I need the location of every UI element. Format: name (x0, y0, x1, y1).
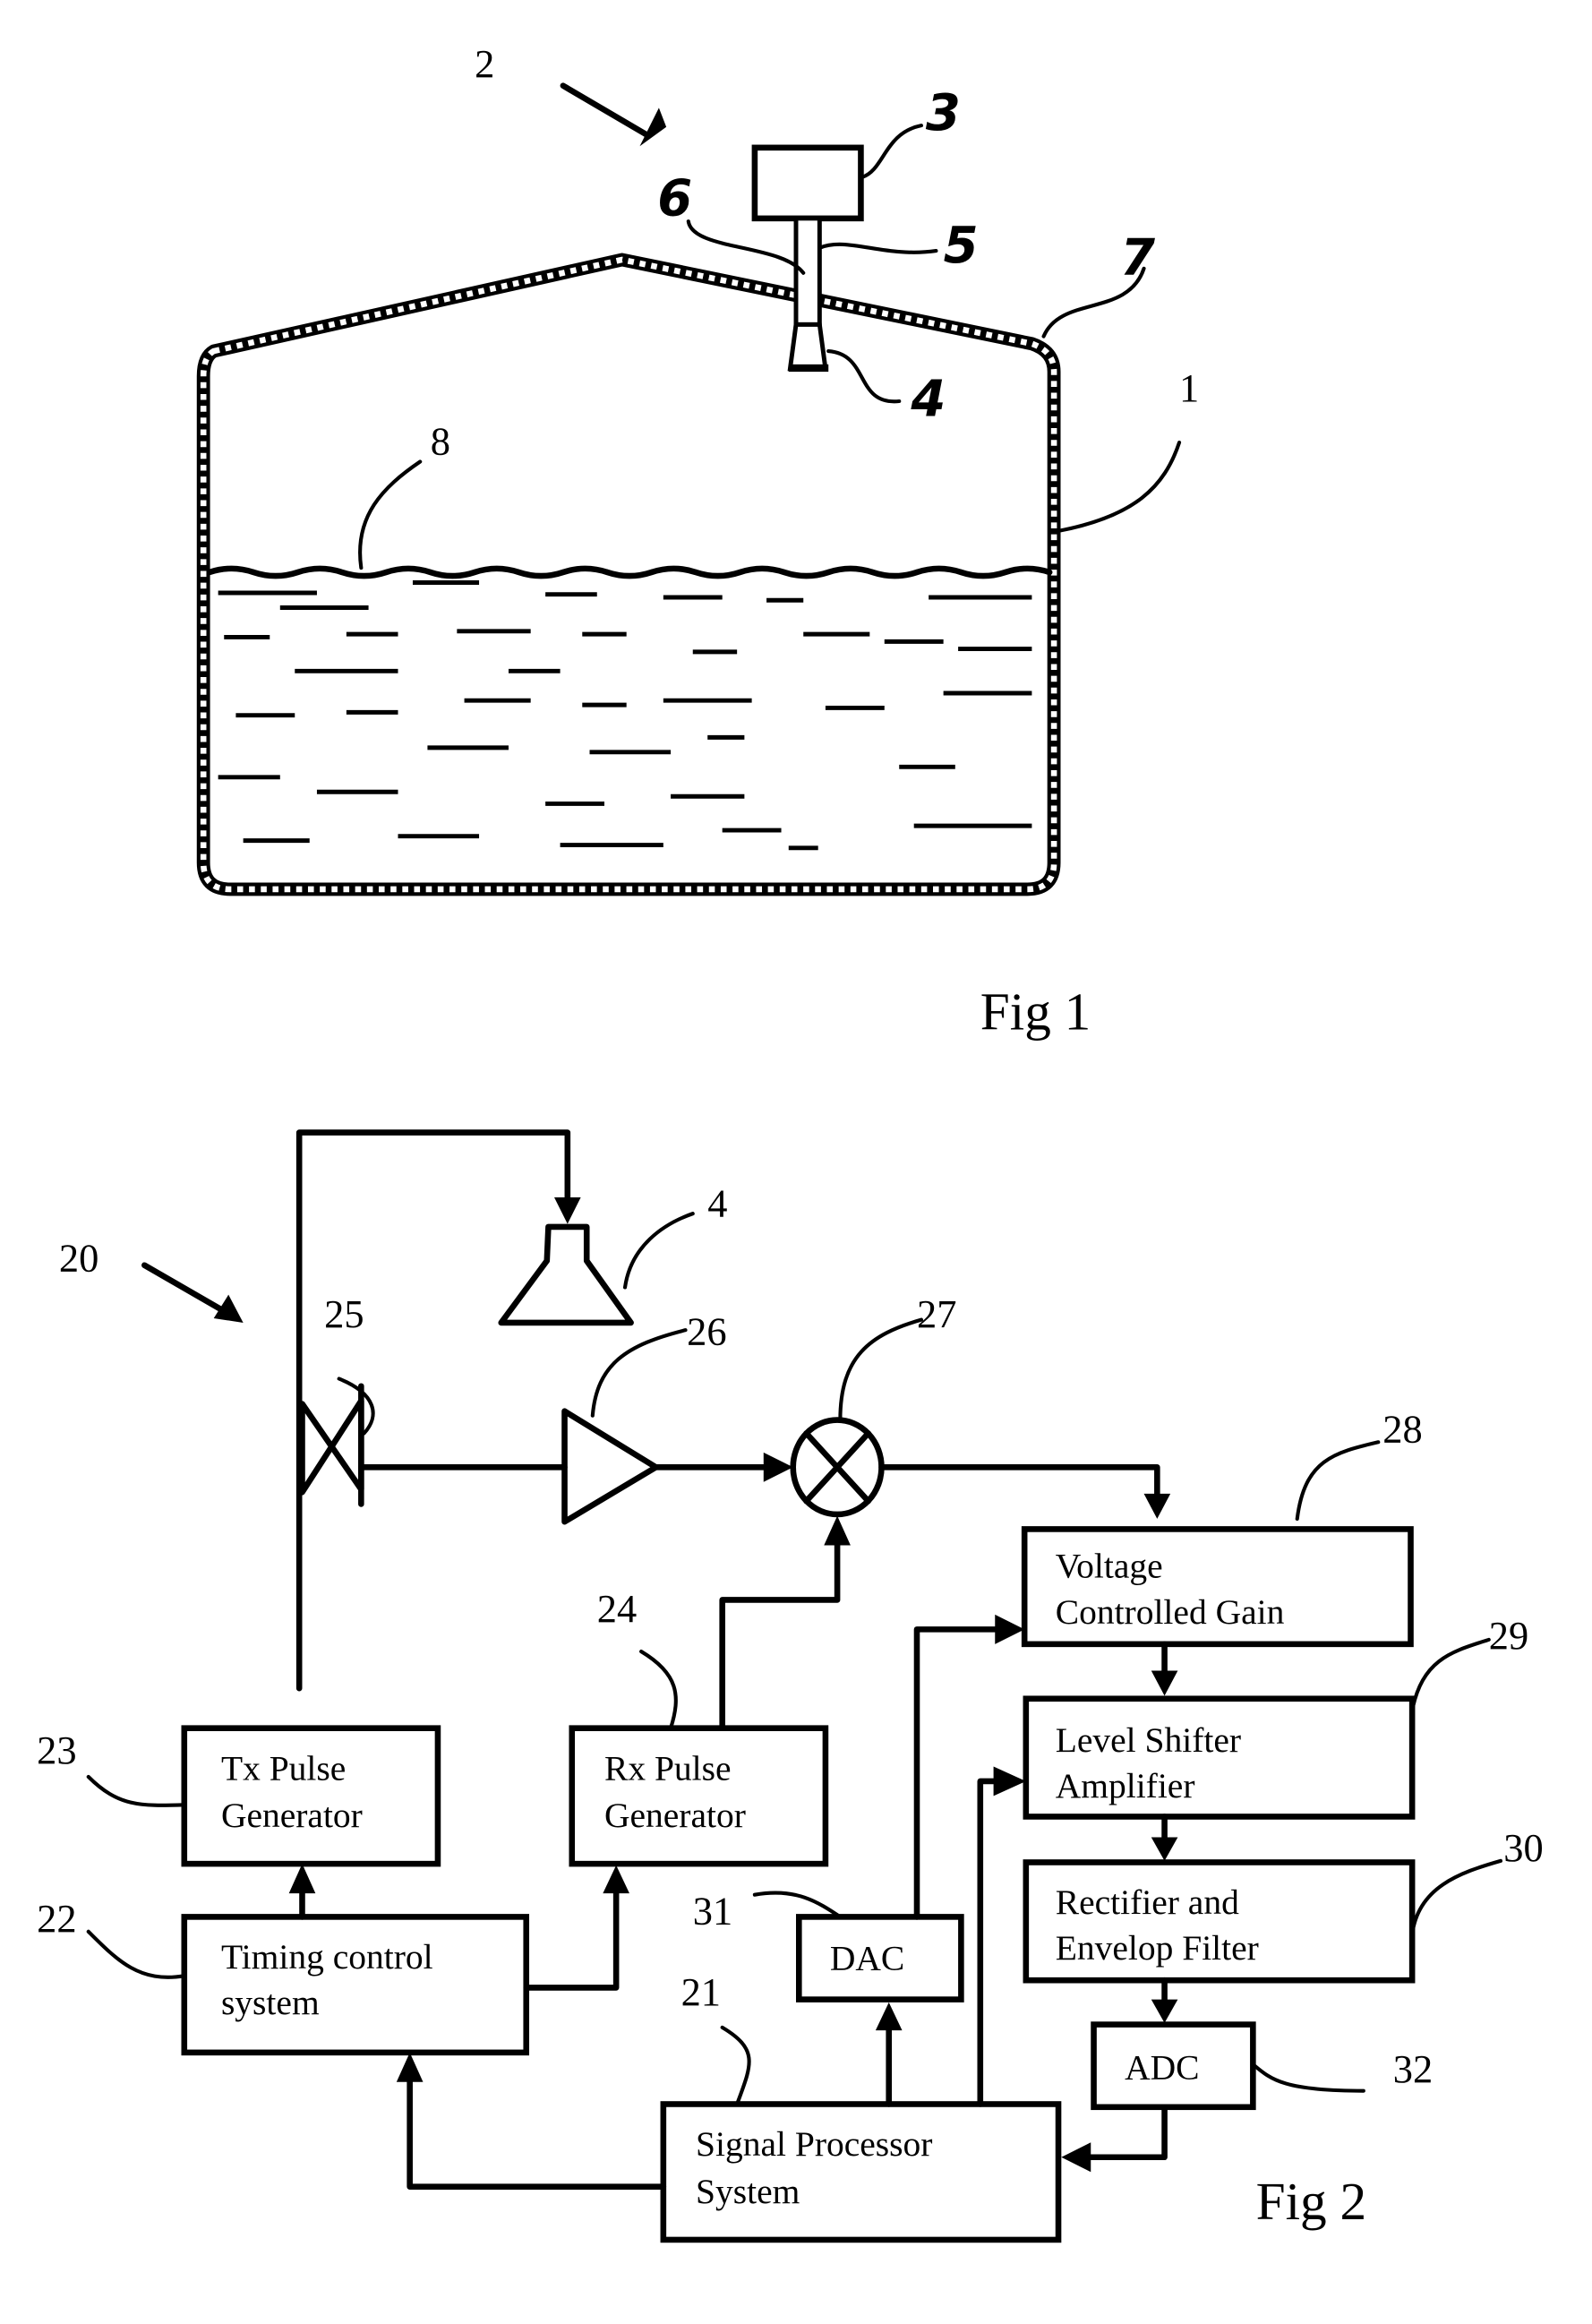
leader-4b (622, 1212, 695, 1290)
mixer-to-vcg-wire (878, 1463, 1160, 1500)
timing-input-arrowhead (396, 2052, 424, 2082)
leader-23 (86, 1774, 186, 1807)
leader-4 (826, 348, 902, 404)
coupler-symbol (299, 1397, 364, 1496)
fig2-ref-dac: 31 (693, 1889, 732, 1934)
waveguide (793, 216, 822, 327)
vcg-label-1: Voltage (1056, 1547, 1163, 1586)
fig2-system-arrow-shaft (141, 1262, 225, 1313)
fig2-ref-rx-pulse-generator: 24 (597, 1586, 637, 1631)
sps-to-timing-wire (407, 2076, 667, 2190)
sps-input-arrowhead (1061, 2142, 1091, 2173)
tx-pulse-generator-label-2: Generator (221, 1796, 363, 1835)
leader-5 (817, 242, 938, 254)
fig2-ref-level-shifter: 29 (1489, 1613, 1528, 1658)
fig2-caption: Fig 2 (1256, 2172, 1366, 2231)
leader-6 (686, 219, 806, 275)
timing-to-rx-wire (523, 1887, 620, 1991)
liquid-surface (206, 565, 1053, 579)
fig1-ref-tank: 1 (1179, 365, 1199, 410)
ls-input-arrowhead (1151, 1670, 1178, 1696)
leader-1 (1056, 441, 1182, 533)
rect-input-arrowhead (1151, 1837, 1178, 1861)
leader-24 (639, 1650, 678, 1730)
leader-28 (1295, 1440, 1381, 1521)
sps-to-ls-wire (977, 1778, 1000, 2107)
fig2-ref-amplifier: 26 (687, 1309, 726, 1354)
fig2-ref-mixer: 27 (917, 1291, 956, 1336)
level-shifter-label-2: Amplifier (1056, 1766, 1195, 1805)
fig1-caption: Fig 1 (980, 982, 1091, 1041)
signal-processor-label-1: Signal Processor (696, 2124, 932, 2164)
adc-label: ADC (1125, 2047, 1199, 2087)
fig1-ref-waveguide: 5 (944, 217, 979, 275)
fig2-ref-signal-processor: 21 (681, 1969, 721, 2014)
fig2-ref-system: 20 (59, 1235, 98, 1280)
antenna-horn (787, 322, 828, 372)
fig1-ref-electronics-unit: 3 (926, 84, 961, 142)
tx-pulse-generator-label-1: Tx Pulse (221, 1748, 346, 1788)
fig1-ref-roof: 7 (1120, 228, 1155, 287)
dac-label: DAC (830, 1939, 904, 1978)
fig2: 20 4 25 26 27 Voltage Controlled Gain 28… (37, 1129, 1544, 2243)
fig2-ref-vcg: 28 (1382, 1406, 1422, 1451)
level-shifter-label-1: Level Shifter (1056, 1720, 1241, 1760)
fig2-ref-adc: 32 (1393, 2046, 1433, 2091)
fig2-ref-timing-control: 22 (37, 1896, 76, 1941)
leader-21 (720, 2025, 751, 2106)
signal-processor-label-2: System (696, 2172, 800, 2211)
vcg-input-arrowhead (1143, 1493, 1171, 1519)
leader-27 (838, 1317, 923, 1422)
dac-input-arrowhead (875, 2002, 903, 2031)
amplifier-symbol (561, 1408, 659, 1525)
leader-3 (860, 124, 923, 179)
rx-pulse-generator-label-1: Rx Pulse (604, 1748, 732, 1788)
liquid-hatching (218, 580, 1032, 851)
mixer-lo-arrowhead (824, 1515, 851, 1546)
antenna-base (788, 364, 829, 373)
fig1-ref-system: 2 (475, 41, 494, 86)
leader-26 (590, 1328, 688, 1418)
fig1-system-arrow-shaft (560, 82, 652, 139)
mixer-input-arrowhead (763, 1452, 793, 1482)
antenna-horn-symbol (498, 1223, 634, 1326)
adc-input-arrowhead (1151, 1999, 1178, 2023)
leader-22 (86, 1929, 186, 1979)
leader-32 (1251, 2062, 1365, 2093)
adc-to-sps-wire (1087, 2104, 1168, 2161)
ls-control-arrowhead (993, 1766, 1026, 1797)
fig2-ref-rectifier: 30 (1503, 1825, 1543, 1870)
electronics-unit-box (751, 144, 864, 222)
fig1-ref-surface: 8 (431, 418, 450, 463)
fig2-ref-antenna: 4 (707, 1180, 727, 1225)
leader-31 (752, 1891, 843, 1919)
vcg-control-arrowhead (995, 1614, 1025, 1644)
rx-pulse-generator-label-2: Generator (604, 1796, 746, 1835)
leader-30 (1410, 1858, 1502, 1937)
rx-to-mixer-wire (719, 1538, 841, 1728)
tx-input-arrowhead (288, 1864, 316, 1894)
antenna-arrowhead (554, 1197, 581, 1224)
fig2-ref-coupler: 25 (324, 1291, 364, 1336)
tx-to-antenna-wire (295, 1129, 571, 1692)
fig1-ref-seal: 6 (657, 170, 692, 228)
fig1-system-arrowhead (639, 107, 667, 147)
leader-8 (358, 459, 423, 570)
patent-drawing: 2 3 5 6 4 7 1 8 Fig 1 20 4 25 26 27 Volt… (37, 41, 1544, 2243)
fig1: 2 3 5 6 4 7 1 8 Fig 1 (196, 41, 1199, 1041)
leader-29 (1410, 1637, 1491, 1712)
fig2-ref-tx-pulse-generator: 23 (37, 1728, 76, 1772)
timing-control-label-1: Timing control (221, 1937, 433, 1977)
vcg-label-2: Controlled Gain (1056, 1592, 1285, 1632)
timing-control-label-2: system (221, 1983, 320, 2022)
dac-to-vcg-wire (913, 1626, 998, 1920)
rectifier-label-1: Rectifier and (1056, 1882, 1239, 1922)
rectifier-label-2: Envelop Filter (1056, 1928, 1259, 1968)
rx-input-arrowhead (603, 1865, 629, 1894)
fig1-ref-antenna: 4 (910, 370, 946, 428)
